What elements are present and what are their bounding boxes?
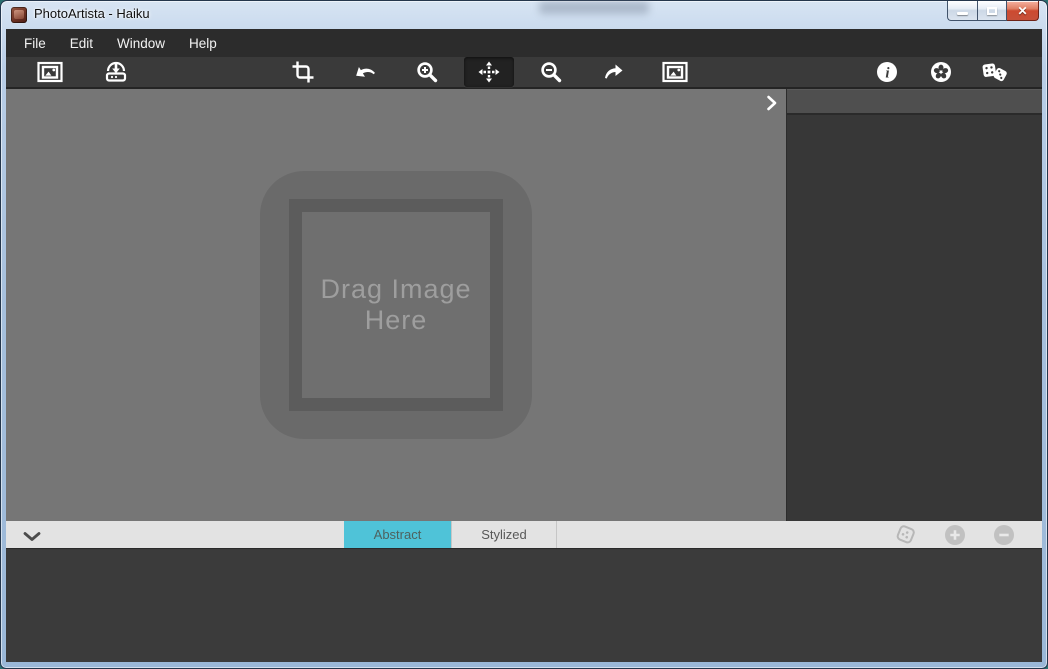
toolbar: i bbox=[6, 57, 1042, 89]
maximize-button[interactable] bbox=[977, 1, 1007, 21]
save-export-icon bbox=[103, 60, 129, 84]
die-icon bbox=[894, 523, 918, 547]
menu-bar: File Edit Window Help bbox=[6, 29, 1042, 57]
chevron-right-icon bbox=[765, 94, 779, 112]
collapse-presets-button[interactable] bbox=[22, 529, 42, 547]
minimize-icon bbox=[957, 12, 968, 15]
blurred-overlay-text bbox=[539, 1, 649, 14]
toolbar-left-group bbox=[28, 57, 138, 87]
random-dice-button[interactable] bbox=[973, 57, 1017, 87]
preview-zoom-out-button[interactable] bbox=[992, 523, 1016, 547]
view-image-icon bbox=[662, 60, 688, 84]
chevron-down-icon bbox=[22, 531, 42, 542]
desktop: PhotoArtista - Haiku ✕ File Edit Window … bbox=[0, 0, 1048, 669]
bottom-bar: Abstract Stylized bbox=[6, 521, 1042, 548]
minimize-button[interactable] bbox=[947, 1, 977, 21]
rotate-button[interactable] bbox=[340, 57, 390, 87]
dropzone-frame: Drag Image Here bbox=[289, 199, 503, 411]
menu-file[interactable]: File bbox=[12, 29, 58, 57]
zoom-out-button[interactable] bbox=[526, 57, 576, 87]
window-content: File Edit Window Help bbox=[6, 29, 1042, 662]
presets-panel bbox=[6, 548, 1042, 662]
move-button[interactable] bbox=[464, 57, 514, 87]
plus-circle-icon bbox=[944, 524, 966, 546]
maximize-icon bbox=[987, 7, 997, 15]
view-image-button[interactable] bbox=[650, 57, 700, 87]
move-icon bbox=[477, 60, 501, 84]
tab-stylized[interactable]: Stylized bbox=[451, 521, 557, 548]
bottom-bar-actions bbox=[894, 521, 1016, 548]
tab-abstract[interactable]: Abstract bbox=[344, 521, 451, 548]
app-window: PhotoArtista - Haiku ✕ File Edit Window … bbox=[0, 0, 1048, 669]
zoom-in-icon bbox=[415, 60, 439, 84]
random-dice-icon bbox=[981, 60, 1009, 84]
toolbar-right-group: i bbox=[865, 57, 1017, 87]
menu-edit[interactable]: Edit bbox=[58, 29, 105, 57]
dropzone-label: Drag Image Here bbox=[306, 274, 486, 336]
right-panel bbox=[786, 89, 1042, 521]
rotate-icon bbox=[353, 60, 377, 84]
zoom-out-icon bbox=[539, 60, 563, 84]
crop-icon bbox=[291, 60, 315, 84]
redo-button[interactable] bbox=[588, 57, 638, 87]
open-image-button[interactable] bbox=[28, 57, 72, 87]
minus-circle-icon bbox=[993, 524, 1015, 546]
preview-zoom-in-button[interactable] bbox=[943, 523, 967, 547]
crop-button[interactable] bbox=[278, 57, 328, 87]
info-button[interactable]: i bbox=[865, 57, 909, 87]
main-area: Drag Image Here bbox=[6, 89, 1042, 521]
title-bar[interactable]: PhotoArtista - Haiku ✕ bbox=[1, 1, 1047, 29]
random-preset-button[interactable] bbox=[894, 523, 918, 547]
preset-tabs: Abstract Stylized bbox=[344, 521, 557, 548]
save-export-button[interactable] bbox=[94, 57, 138, 87]
image-dropzone[interactable]: Drag Image Here bbox=[260, 171, 532, 439]
app-icon-art bbox=[14, 10, 24, 19]
info-icon: i bbox=[875, 60, 899, 84]
filter-wheel-button[interactable] bbox=[919, 57, 963, 87]
window-controls: ✕ bbox=[947, 1, 1039, 21]
canvas-area: Drag Image Here bbox=[6, 89, 786, 521]
redo-icon bbox=[601, 60, 625, 84]
panel-expand-button[interactable] bbox=[765, 94, 779, 112]
filter-wheel-icon bbox=[929, 60, 953, 84]
menu-window[interactable]: Window bbox=[105, 29, 177, 57]
toolbar-center-group bbox=[278, 57, 700, 87]
zoom-in-button[interactable] bbox=[402, 57, 452, 87]
window-title: PhotoArtista - Haiku bbox=[34, 6, 150, 21]
app-icon bbox=[11, 7, 27, 23]
dropzone-inner: Drag Image Here bbox=[302, 212, 490, 398]
menu-help[interactable]: Help bbox=[177, 29, 229, 57]
close-button[interactable]: ✕ bbox=[1007, 1, 1039, 21]
right-panel-body bbox=[787, 115, 1042, 521]
right-panel-header bbox=[787, 89, 1042, 115]
close-icon: ✕ bbox=[1017, 5, 1027, 17]
open-image-icon bbox=[37, 60, 63, 84]
